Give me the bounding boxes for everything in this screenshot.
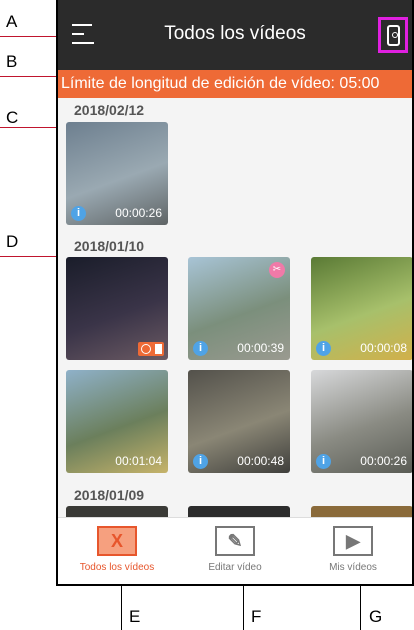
film-x-icon: X [97,526,137,556]
info-icon[interactable]: i [193,454,208,469]
video-duration: 00:00:26 [115,206,162,220]
film-play-icon: ▶ [333,526,373,556]
video-thumbnail[interactable]: i 00:00:48 [188,370,290,473]
film-edit-icon: ✎ [215,526,255,556]
page-title: Todos los vídeos [164,23,306,44]
callout-d: D [6,232,19,251]
tab-edit-video[interactable]: ✎ Editar vídeo [176,518,294,584]
tab-label: Editar vídeo [208,562,262,573]
callout-f: F [251,607,262,626]
top-bar: Todos los vídeos [58,0,412,70]
video-thumbnail[interactable]: i 00:00:26 [66,122,168,225]
info-icon[interactable]: i [316,341,331,356]
callout-g-line [360,586,361,630]
callout-f-line [243,586,244,630]
tab-all-videos[interactable]: X Todos los vídeos [58,518,176,584]
video-duration: 00:01:04 [115,454,162,468]
video-duration: 00:00:08 [360,341,407,355]
tab-label: Todos los vídeos [79,562,155,573]
tab-my-videos[interactable]: ▶ Mis vídeos [294,518,412,584]
wifi-connect-button[interactable] [378,17,408,53]
video-thumbnail[interactable] [66,257,168,360]
video-duration: 00:00:39 [237,341,284,355]
info-icon[interactable]: i [193,341,208,356]
video-thumbnail[interactable]: ✂ i 00:00:39 [188,257,290,360]
phone-screen: Todos los vídeos Límite de longitud de e… [56,0,414,586]
recording-icon [138,342,164,356]
callout-c: C [6,108,19,127]
date-header: 2018/01/10 [74,238,145,254]
video-thumbnail[interactable]: 00:01:04 [66,370,168,473]
bottom-tab-bar: X Todos los vídeos ✎ Editar vídeo ▶ Mis … [58,517,412,584]
video-thumbnail[interactable]: i 00:00:08 [311,257,412,360]
video-thumbnail[interactable]: i 00:00:26 [311,370,412,473]
date-header: 2018/02/12 [74,102,145,118]
callout-e: E [129,607,141,626]
callout-a: A [6,12,18,31]
video-duration: 00:00:26 [360,454,407,468]
callout-g: G [369,607,383,626]
date-header: 2018/01/09 [74,487,145,503]
edit-limit-banner: Límite de longitud de edición de vídeo: … [58,70,412,98]
phone-wifi-icon [386,24,400,46]
info-icon[interactable]: i [71,206,86,221]
info-icon[interactable]: i [316,454,331,469]
callout-b: B [6,52,18,71]
edited-icon: ✂ [269,262,285,278]
callout-e-line [121,586,122,630]
tab-label: Mis vídeos [329,562,377,573]
video-duration: 00:00:48 [237,454,284,468]
